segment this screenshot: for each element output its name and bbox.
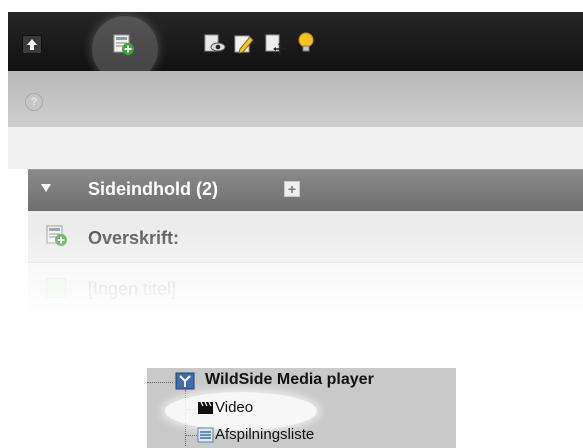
- content-gap: [8, 127, 583, 169]
- go-up-icon[interactable]: [22, 35, 42, 54]
- tree-item-playlist[interactable]: Afspilningsliste: [215, 426, 314, 443]
- row-label: [Ingen titel]: [88, 279, 177, 299]
- content-type-tree: WildSide Media player Video Afspilningsl…: [147, 368, 456, 448]
- module-toolbar: [8, 12, 583, 82]
- row-label: Overskrift:: [88, 228, 180, 248]
- tree-connector: [147, 382, 173, 383]
- view-page-icon[interactable]: [204, 34, 226, 54]
- collapse-arrow-icon[interactable]: [41, 184, 51, 192]
- add-content-button[interactable]: +: [284, 181, 300, 197]
- playlist-icon: [197, 427, 214, 443]
- section-header[interactable]: Sideindhold (2) +: [28, 169, 583, 211]
- content-row[interactable]: Overskrift:: [28, 211, 583, 263]
- page-module-screenshot: ? Sideindhold (2) + Overskrift: [Ingen t…: [8, 12, 583, 322]
- tree-item-media-player[interactable]: WildSide Media player: [205, 371, 374, 389]
- media-player-icon: [175, 372, 195, 390]
- hint-bulb-icon[interactable]: [296, 32, 316, 52]
- content-element-icon: [46, 278, 66, 298]
- content-row[interactable]: [Ingen titel]: [28, 263, 583, 313]
- tree-item-video[interactable]: Video: [215, 399, 253, 416]
- content-element-icon: [46, 225, 67, 246]
- info-bar: [8, 71, 583, 127]
- move-page-icon[interactable]: [265, 34, 287, 56]
- tree-connector: [185, 435, 197, 436]
- clapperboard-icon: [198, 401, 213, 414]
- help-icon[interactable]: ?: [25, 93, 43, 111]
- section-title: Sideindhold (2): [88, 179, 218, 199]
- new-content-icon[interactable]: [113, 34, 134, 55]
- edit-page-icon[interactable]: [234, 34, 254, 54]
